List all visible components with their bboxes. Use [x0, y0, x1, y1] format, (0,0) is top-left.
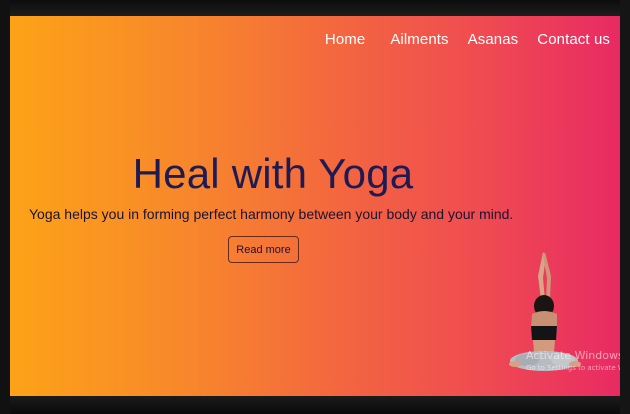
watermark-title: Activate Windows — [526, 349, 620, 362]
monitor-bezel-bottom — [0, 396, 630, 414]
watermark-subtitle: Go to Settings to activate Windows. — [526, 364, 620, 372]
nav-ailments-link[interactable]: Ailments — [390, 31, 448, 48]
nav-contact-link[interactable]: Contact us — [537, 31, 610, 48]
activate-windows-watermark: Activate Windows Go to Settings to activ… — [526, 349, 620, 372]
monitor-bezel-top — [0, 0, 630, 16]
monitor-bezel-right — [620, 0, 630, 414]
monitor-bezel-left — [0, 0, 10, 414]
top-nav: Home Ailments Asanas Contact us — [325, 31, 610, 48]
read-more-button[interactable]: Read more — [228, 236, 299, 263]
hero-title: Heal with Yoga — [132, 150, 414, 197]
hero-section: Home Ailments Asanas Contact us Heal wit… — [10, 16, 620, 396]
nav-asanas-link[interactable]: Asanas — [468, 31, 519, 48]
nav-home-link[interactable]: Home — [325, 31, 365, 48]
hero-subtitle: Yoga helps you in forming perfect harmon… — [29, 206, 514, 222]
